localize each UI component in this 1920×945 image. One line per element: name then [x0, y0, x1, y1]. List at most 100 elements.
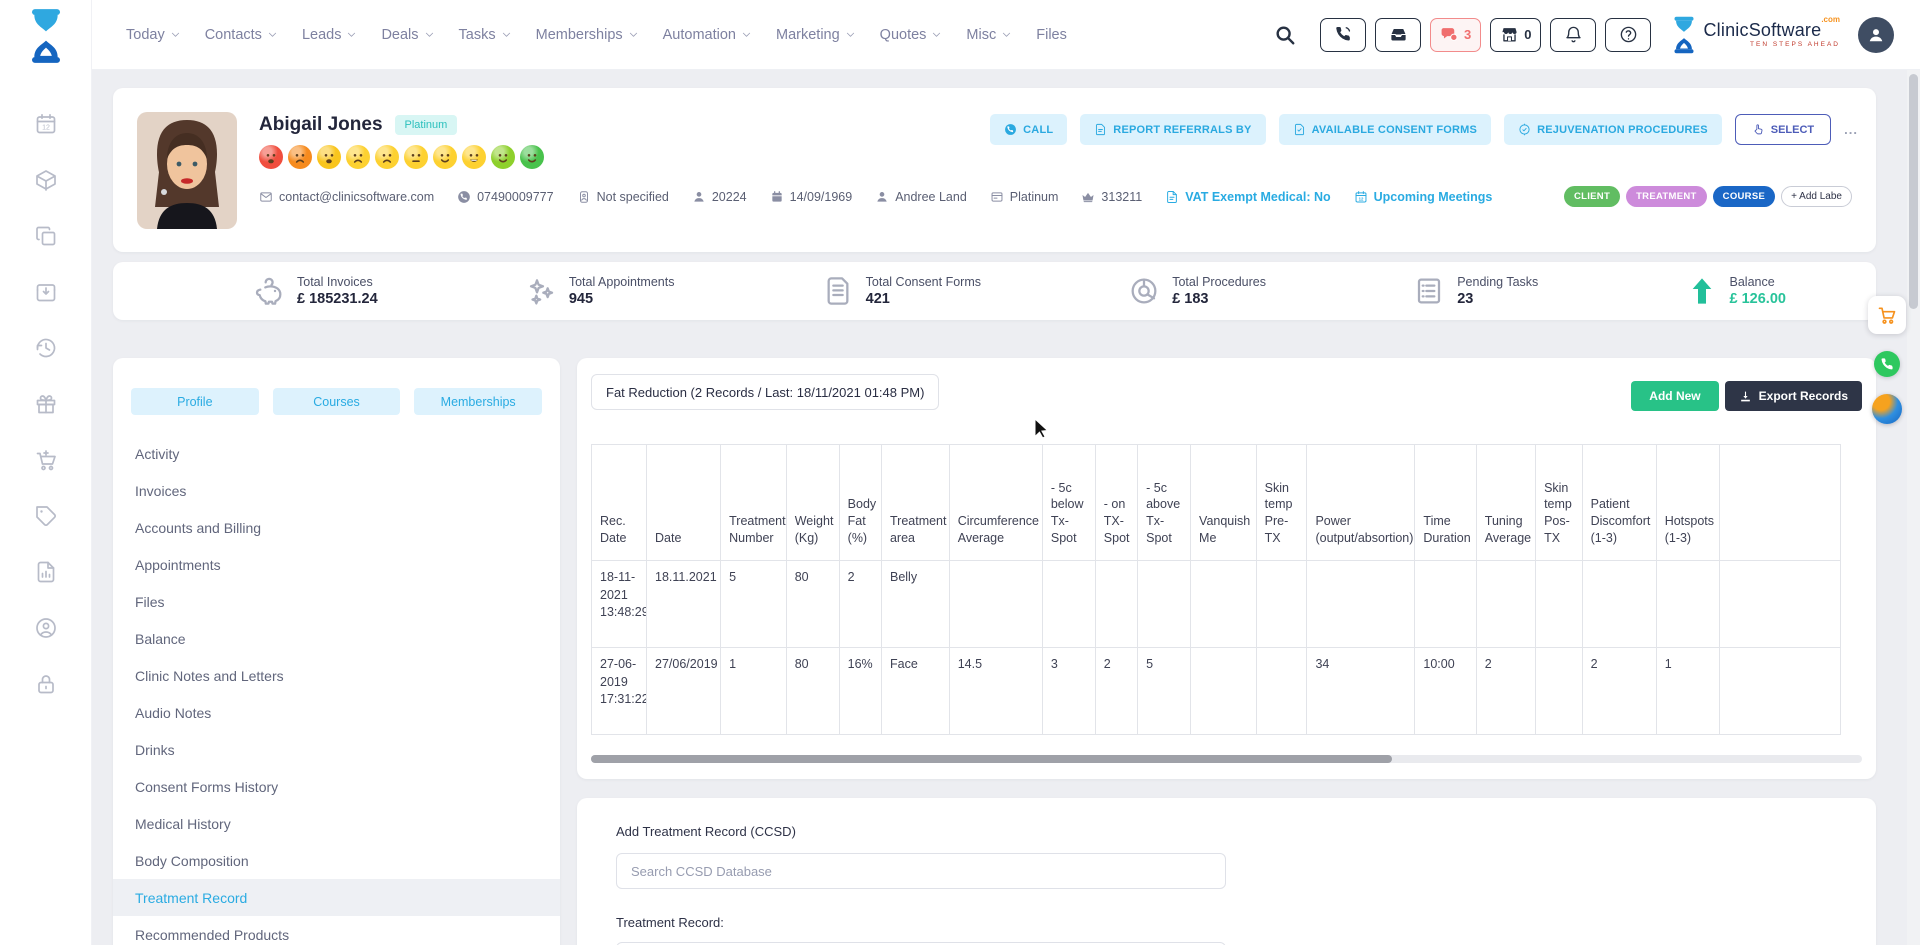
contact-andree-land[interactable]: Andree Land: [875, 190, 967, 204]
contact-20224[interactable]: 20224: [692, 190, 747, 204]
nav-item-tasks[interactable]: Tasks: [459, 27, 512, 43]
nav-item-automation[interactable]: Automation: [663, 27, 752, 43]
mood-emoji-3[interactable]: [317, 145, 341, 169]
patient-photo[interactable]: [137, 112, 237, 229]
nav-item-files[interactable]: Files: [1036, 27, 1067, 43]
contact-not-specified[interactable]: Not specified: [577, 190, 669, 204]
help-button[interactable]: [1605, 18, 1651, 52]
sidebar-item-audio-notes[interactable]: Audio Notes: [113, 694, 560, 731]
cart-icon[interactable]: [34, 448, 58, 472]
table-cell: [1582, 561, 1656, 648]
mood-emoji-8[interactable]: [462, 145, 486, 169]
sidebar-item-clinic-notes-and-letters[interactable]: Clinic Notes and Letters: [113, 657, 560, 694]
mood-emoji-6[interactable]: [404, 145, 428, 169]
gift-icon[interactable]: [34, 392, 58, 416]
label-course[interactable]: COURSE: [1713, 186, 1775, 207]
search-icon[interactable]: [1274, 24, 1296, 46]
mood-emoji-4[interactable]: [346, 145, 370, 169]
call-button[interactable]: CALL: [990, 114, 1067, 145]
contact-07490009777[interactable]: 07490009777: [457, 190, 553, 204]
button-label: REJUVENATION PROCEDURES: [1537, 124, 1708, 136]
page-vertical-scrollbar[interactable]: [1907, 70, 1920, 945]
store-button[interactable]: 0: [1490, 18, 1541, 52]
mood-emoji-7[interactable]: [433, 145, 457, 169]
table-horizontal-scrollbar[interactable]: [591, 755, 1862, 763]
sidebar-item-appointments[interactable]: Appointments: [113, 546, 560, 583]
table-row[interactable]: 18-11-2021 13:48:2918.11.20215802Belly: [592, 561, 1841, 648]
available-consent-forms-button[interactable]: AVAILABLE CONSENT FORMS: [1279, 114, 1492, 145]
label-client[interactable]: CLIENT: [1564, 186, 1620, 207]
mood-emoji-10[interactable]: [520, 145, 544, 169]
report-referrals-by-button[interactable]: REPORT REFERRALS BY: [1080, 114, 1265, 145]
sidebar-item-recommended-products[interactable]: Recommended Products: [113, 916, 560, 945]
stat-text: Total Invoices£ 185231.24: [297, 275, 378, 307]
mood-emoji-9[interactable]: [491, 145, 515, 169]
sidebar-item-invoices[interactable]: Invoices: [113, 472, 560, 509]
scrollbar-thumb[interactable]: [1909, 74, 1918, 309]
export-records-button[interactable]: Export Records: [1725, 381, 1862, 411]
clinicsoftware-logo[interactable]: ClinicSoftware.com TEN STEPS AHEAD: [1671, 16, 1840, 54]
report-chart-icon[interactable]: [34, 560, 58, 584]
tab-profile[interactable]: Profile: [131, 388, 259, 415]
user-avatar[interactable]: [1858, 17, 1894, 53]
record-type-dropdown[interactable]: Fat Reduction (2 Records / Last: 18/11/2…: [591, 374, 939, 410]
mood-emoji-5[interactable]: [375, 145, 399, 169]
sidebar-item-files[interactable]: Files: [113, 583, 560, 620]
table-cell: [1656, 561, 1720, 648]
contact-platinum[interactable]: Platinum: [990, 190, 1059, 204]
tab-memberships[interactable]: Memberships: [414, 388, 542, 415]
nav-item-label: Memberships: [536, 27, 623, 43]
sidebar-item-consent-forms-history[interactable]: Consent Forms History: [113, 768, 560, 805]
contact-313211[interactable]: 313211: [1081, 190, 1142, 204]
sidebar-item-drinks[interactable]: Drinks: [113, 731, 560, 768]
rejuvenation-procedures-button[interactable]: REJUVENATION PROCEDURES: [1504, 114, 1722, 145]
table-cell: [1191, 561, 1257, 648]
user-badge-icon[interactable]: [34, 616, 58, 640]
add-new-button[interactable]: Add New: [1631, 381, 1718, 411]
sidebar-item-balance[interactable]: Balance: [113, 620, 560, 657]
mood-emoji-1[interactable]: [259, 145, 283, 169]
phone-call-button[interactable]: [1320, 18, 1366, 52]
scrollbar-thumb[interactable]: [591, 755, 1392, 763]
nav-item-memberships[interactable]: Memberships: [536, 27, 639, 43]
nav-item-contacts[interactable]: Contacts: [205, 27, 278, 43]
calendar-date-icon[interactable]: 12: [34, 112, 58, 136]
calendar-import-icon[interactable]: [34, 280, 58, 304]
ai-assistant-icon[interactable]: [1872, 394, 1902, 424]
add-label-button[interactable]: + Add Labe: [1781, 186, 1852, 207]
sidebar-item-activity[interactable]: Activity: [113, 435, 560, 472]
inbox-button[interactable]: [1375, 18, 1421, 52]
nav-item-misc[interactable]: Misc: [966, 27, 1012, 43]
ccsd-search-input[interactable]: [616, 853, 1226, 889]
label-treatment[interactable]: TREATMENT: [1626, 186, 1707, 207]
price-tag-icon[interactable]: [34, 504, 58, 528]
nav-item-deals[interactable]: Deals: [381, 27, 434, 43]
contact-14-09-1969[interactable]: 14/09/1969: [770, 190, 853, 204]
copy-pages-icon[interactable]: [34, 224, 58, 248]
sidebar-item-medical-history[interactable]: Medical History: [113, 805, 560, 842]
select-button[interactable]: SELECT: [1735, 114, 1831, 145]
sidebar-item-treatment-record[interactable]: Treatment Record: [113, 879, 560, 916]
sidebar-item-body-composition[interactable]: Body Composition: [113, 842, 560, 879]
contact-vat-exempt-medical-no[interactable]: VAT Exempt Medical: No: [1165, 190, 1330, 204]
phone-widget-icon[interactable]: [1874, 351, 1900, 377]
contact-upcoming-meetings[interactable]: 12Upcoming Meetings: [1354, 190, 1493, 204]
history-icon[interactable]: [34, 336, 58, 360]
more-options-button[interactable]: ...: [1844, 122, 1858, 137]
nav-item-today[interactable]: Today: [126, 27, 181, 43]
table-row[interactable]: 27-06-2019 17:31:2227/06/201918016%Face1…: [592, 648, 1841, 735]
lock-icon[interactable]: [34, 672, 58, 696]
mood-scale: [259, 145, 1852, 169]
nav-item-quotes[interactable]: Quotes: [880, 27, 943, 43]
sidebar-item-accounts-and-billing[interactable]: Accounts and Billing: [113, 509, 560, 546]
nav-item-leads[interactable]: Leads: [302, 27, 358, 43]
cart-widget-icon[interactable]: [1868, 296, 1906, 334]
package-icon[interactable]: [34, 168, 58, 192]
chat-button[interactable]: 3: [1430, 18, 1481, 52]
nav-item-marketing[interactable]: Marketing: [776, 27, 856, 43]
tab-courses[interactable]: Courses: [273, 388, 401, 415]
app-logo-icon[interactable]: [23, 8, 69, 64]
bell-button[interactable]: [1550, 18, 1596, 52]
contact-contact-clinicsoftware-com[interactable]: contact@clinicsoftware.com: [259, 190, 434, 204]
mood-emoji-2[interactable]: [288, 145, 312, 169]
